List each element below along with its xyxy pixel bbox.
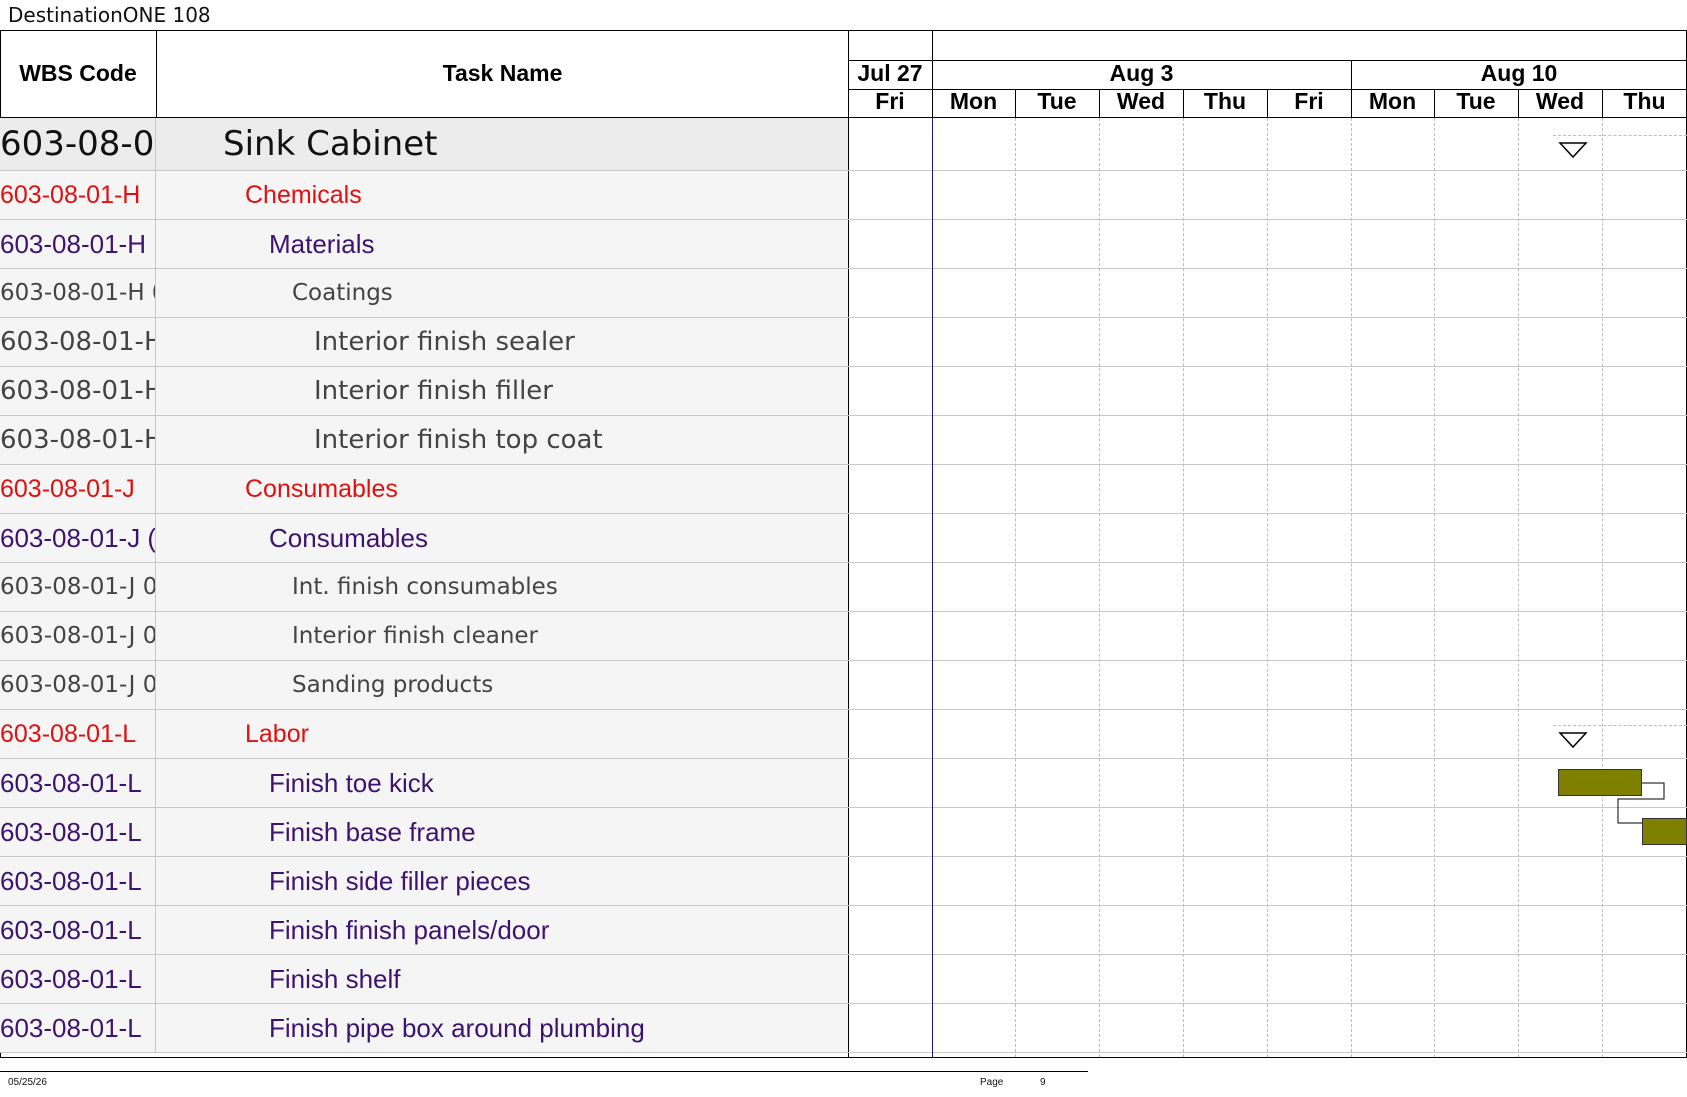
- table-row[interactable]: 603-08-01-J 01 Int. finish consumables: [0, 563, 848, 612]
- task-name-cell: Finish pipe box around plumbing: [269, 1012, 645, 1043]
- footer-page-number: 9: [1040, 1077, 1046, 1088]
- table-row[interactable]: 603-08-01-J 01 Interior finish cleaner: [0, 612, 848, 661]
- table-row[interactable]: 603-08-01 Sink Cabinet: [0, 118, 848, 171]
- task-name-cell: Sink Cabinet: [223, 124, 438, 164]
- summary-span-line: [1553, 135, 1687, 136]
- table-row[interactable]: 603-08-01-H Interior finish filler: [0, 367, 848, 416]
- task-name-cell: Materials: [269, 228, 375, 259]
- wbs-code-cell: 603-08-01-H 0: [0, 269, 156, 317]
- wbs-code-cell: 603-08-01-J 01: [0, 563, 156, 611]
- day-gridline: [1602, 118, 1603, 1057]
- task-name-cell: Finish shelf: [269, 963, 401, 994]
- wbs-code-cell: 603-08-01-H: [0, 171, 156, 219]
- wbs-code-cell: 603-08-01-H: [0, 318, 156, 366]
- day-gridline: [1518, 118, 1519, 1057]
- wbs-code-cell: 603-08-01-L: [0, 710, 156, 758]
- table-row[interactable]: 603-08-01-L Finish toe kick: [0, 759, 848, 808]
- wbs-code-cell: 603-08-01-H: [0, 367, 156, 415]
- table-row[interactable]: 603-08-01-L Finish base frame: [0, 808, 848, 857]
- table-row[interactable]: 603-08-01-L Finish side filler pieces: [0, 857, 848, 906]
- wbs-code-cell: 603-08-01-L: [0, 1004, 156, 1052]
- task-name-cell: Finish side filler pieces: [269, 865, 531, 896]
- task-name-cell: Finish finish panels/door: [269, 914, 550, 945]
- summary-span-line: [1553, 725, 1687, 726]
- table-row[interactable]: 603-08-01-J 01 Sanding products: [0, 661, 848, 710]
- task-name-cell: Interior finish top coat: [314, 425, 603, 455]
- day-gridline: [1351, 118, 1352, 1057]
- today-line: [932, 118, 933, 1057]
- task-name-cell: Sanding products: [292, 672, 494, 698]
- wbs-code-cell: 603-08-01-J 01: [0, 661, 156, 709]
- footer-divider: [0, 1071, 1088, 1072]
- task-name-cell: Labor: [245, 719, 309, 748]
- table-row[interactable]: 603-08-01-H Interior finish top coat: [0, 416, 848, 465]
- table-row[interactable]: 603-08-01-H Interior finish sealer: [0, 318, 848, 367]
- task-name-cell: Int. finish consumables: [292, 574, 558, 600]
- task-name-cell: Interior finish cleaner: [292, 623, 539, 649]
- wbs-code-cell: 603-08-01-L: [0, 955, 156, 1003]
- gantt-report: WBS Code Task Name Fri Mon Tue Wed Thu Fri Mon…: [0, 30, 1687, 1058]
- task-name-cell: Coatings: [292, 280, 393, 306]
- footer-page-label: Page: [980, 1077, 1004, 1088]
- wbs-code-cell: 603-08-01-L: [0, 857, 156, 905]
- wbs-code-cell: 603-08-01-H: [0, 416, 156, 464]
- wbs-code-cell: 603-08-01-L: [0, 759, 156, 807]
- wbs-code-cell: 603-08-01: [0, 118, 156, 170]
- column-header-wbs[interactable]: WBS Code: [0, 60, 156, 87]
- table-row[interactable]: 603-08-01-L Finish shelf: [0, 955, 848, 1004]
- wbs-code-cell: 603-08-01-L: [0, 906, 156, 954]
- day-gridline: [1267, 118, 1268, 1057]
- table-row[interactable]: 603-08-01-H Chemicals: [0, 171, 848, 220]
- table-row[interactable]: 603-08-01-H 0 Coatings: [0, 269, 848, 318]
- dependency-connector: [1617, 782, 1665, 824]
- footer-date: 05/25/26: [8, 1077, 47, 1088]
- task-name-cell: Finish base frame: [269, 816, 476, 847]
- table-row[interactable]: 603-08-01-J Consumables: [0, 465, 848, 514]
- summary-marker-icon[interactable]: [1558, 141, 1588, 159]
- table-row[interactable]: 603-08-01-L Finish finish panels/door: [0, 906, 848, 955]
- table-bottom-border: [0, 1057, 1687, 1058]
- task-name-cell: Finish toe kick: [269, 767, 434, 798]
- column-header-task[interactable]: Task Name: [157, 60, 848, 87]
- wbs-code-cell: 603-08-01-H: [0, 220, 156, 268]
- task-name-cell: Interior finish sealer: [314, 327, 575, 357]
- task-name-cell: Consumables: [245, 474, 398, 503]
- wbs-code-cell: 603-08-01-J (: [0, 514, 156, 562]
- day-gridline: [1015, 118, 1016, 1057]
- day-gridline: [1434, 118, 1435, 1057]
- day-gridline: [1099, 118, 1100, 1057]
- table-row[interactable]: 603-08-01-L Labor: [0, 710, 848, 759]
- wbs-code-cell: 603-08-01-J 01: [0, 612, 156, 660]
- document-title: DestinationONE 108: [8, 3, 211, 27]
- task-name-cell: Interior finish filler: [314, 376, 553, 406]
- wbs-code-cell: 603-08-01-L: [0, 808, 156, 856]
- task-name-cell: Chemicals: [245, 180, 362, 209]
- gantt-chart: [848, 30, 1687, 1057]
- summary-marker-icon[interactable]: [1558, 731, 1588, 749]
- day-gridline: [1183, 118, 1184, 1057]
- table-row[interactable]: 603-08-01-L Finish pipe box around plumbi…: [0, 1004, 848, 1053]
- wbs-code-cell: 603-08-01-J: [0, 465, 156, 513]
- table-row[interactable]: 603-08-01-J ( Consumables: [0, 514, 848, 563]
- task-name-cell: Consumables: [269, 522, 428, 553]
- table-row[interactable]: 603-08-01-H Materials: [0, 220, 848, 269]
